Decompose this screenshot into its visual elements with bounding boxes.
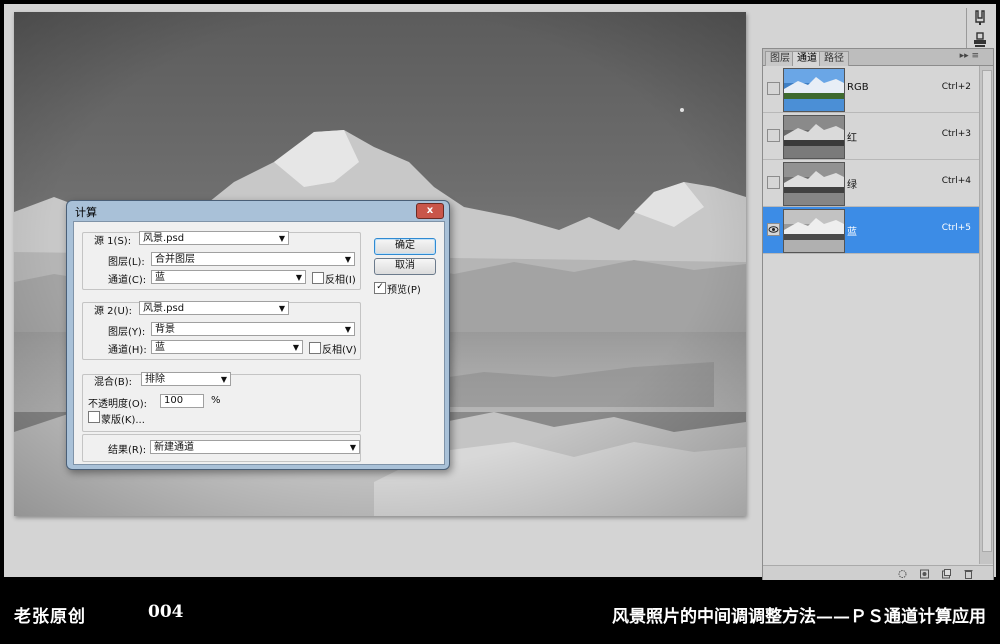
source1-label: 源 1(S):: [94, 236, 132, 247]
delete-channel-icon[interactable]: [963, 569, 974, 579]
caption-bar: 老张原创 004 风景照片的中间调调整方法——ＰＳ通道计算应用: [0, 580, 1000, 644]
channel-name: 绿: [847, 180, 857, 191]
mask-checkbox[interactable]: [88, 411, 100, 423]
dialog-body: 源 1(S): 风景.psd ▼ 图层(L): 合并图层 ▼ 通道(C): 蓝 ▼ 反…: [73, 221, 445, 465]
source2-invert-checkbox[interactable]: [309, 342, 321, 354]
visibility-toggle[interactable]: [767, 82, 780, 95]
load-selection-icon[interactable]: [897, 569, 908, 579]
brush-tool-icon[interactable]: [972, 10, 988, 26]
chevron-down-icon: ▼: [220, 375, 227, 384]
chevron-down-icon: ▼: [349, 443, 356, 452]
source1-channel-value: 蓝: [155, 272, 165, 283]
tab-channels[interactable]: 通道: [792, 51, 822, 66]
channel-thumbnail: [783, 209, 845, 253]
opacity-input[interactable]: 100: [160, 394, 204, 408]
panel-menu-icon[interactable]: ▸▸ ≡: [960, 51, 979, 61]
channel-shortcut: Ctrl+3: [941, 129, 971, 139]
channel-thumbnail: [783, 162, 845, 206]
result-value: 新建通道: [154, 442, 194, 453]
channel-name: 蓝: [847, 227, 857, 238]
source2-invert-label: 反相(V): [322, 345, 357, 356]
channels-panel: 图层 通道 路径 ▸▸ ≡ RGB Ctrl+2 红 Ctrl+3 绿 Ctrl…: [762, 48, 994, 584]
caption-title: 风景照片的中间调调整方法——ＰＳ通道计算应用: [612, 607, 986, 627]
source1-layer-select[interactable]: 合并图层 ▼: [151, 252, 355, 266]
chevron-down-icon: ▼: [344, 255, 351, 264]
source2-channel-value: 蓝: [155, 342, 165, 353]
source2-layer-value: 背景: [155, 324, 175, 335]
visibility-toggle[interactable]: [767, 129, 780, 142]
source1-invert-label: 反相(I): [325, 275, 356, 286]
tab-paths[interactable]: 路径: [819, 51, 849, 66]
save-selection-icon[interactable]: [919, 569, 930, 579]
channel-name: RGB: [847, 82, 869, 93]
channel-row-rgb[interactable]: RGB Ctrl+2: [763, 66, 979, 113]
source2-layer-select[interactable]: 背景 ▼: [151, 322, 355, 336]
channel-shortcut: Ctrl+5: [941, 223, 971, 233]
ok-button[interactable]: 确定: [374, 238, 436, 255]
channel-shortcut: Ctrl+2: [941, 82, 971, 92]
result-label: 结果(R):: [108, 445, 147, 456]
channel-thumbnail: [783, 115, 845, 159]
channel-shortcut: Ctrl+4: [941, 176, 971, 186]
calculations-dialog: 计算 x 源 1(S): 风景.psd ▼ 图层(L): 合并图层 ▼ 通道(C):…: [66, 200, 450, 470]
result-select[interactable]: 新建通道 ▼: [150, 440, 360, 454]
source2-select[interactable]: 风景.psd ▼: [139, 301, 289, 315]
mask-label: 蒙版(K)...: [101, 415, 145, 426]
chevron-down-icon: ▼: [295, 273, 302, 282]
blend-select[interactable]: 排除 ▼: [141, 372, 231, 386]
dialog-title: 计算: [75, 206, 97, 219]
blend-label: 混合(B):: [94, 377, 133, 388]
source1-channel-select[interactable]: 蓝 ▼: [151, 270, 306, 284]
source2-label: 源 2(U):: [94, 306, 133, 317]
panel-scrollbar[interactable]: [979, 66, 993, 564]
source2-channel-select[interactable]: 蓝 ▼: [151, 340, 303, 354]
close-button[interactable]: x: [416, 203, 444, 219]
channel-row-green[interactable]: 绿 Ctrl+4: [763, 160, 979, 207]
caption-author: 老张原创: [14, 607, 86, 627]
source2-value: 风景.psd: [143, 303, 185, 314]
channel-name: 红: [847, 133, 857, 144]
channel-row-red[interactable]: 红 Ctrl+3: [763, 113, 979, 160]
opacity-value: 100: [164, 395, 184, 406]
source2-channel-label: 通道(H):: [108, 345, 147, 356]
chevron-down-icon: ▼: [278, 304, 285, 313]
workspace: 图层 通道 路径 ▸▸ ≡ RGB Ctrl+2 红 Ctrl+3 绿 Ctrl…: [4, 4, 996, 584]
opacity-unit: %: [211, 395, 221, 406]
source1-select[interactable]: 风景.psd ▼: [139, 231, 289, 245]
preview-label: 预览(P): [387, 285, 421, 296]
side-toolbar: [966, 8, 993, 52]
panel-tabs: 图层 通道 路径 ▸▸ ≡: [763, 49, 993, 66]
source1-value: 风景.psd: [143, 233, 185, 244]
chevron-down-icon: ▼: [344, 325, 351, 334]
opacity-label: 不透明度(O):: [88, 399, 148, 410]
preview-checkbox[interactable]: ✓: [374, 282, 386, 294]
visibility-toggle[interactable]: [767, 176, 780, 189]
source2-layer-label: 图层(Y):: [108, 327, 146, 338]
source1-invert-checkbox[interactable]: [312, 272, 324, 284]
caption-number: 004: [148, 602, 184, 622]
cancel-button[interactable]: 取消: [374, 258, 436, 275]
source1-layer-label: 图层(L):: [108, 257, 145, 268]
source1-channel-label: 通道(C):: [108, 275, 147, 286]
chevron-down-icon: ▼: [292, 343, 299, 352]
stamp-tool-icon[interactable]: [972, 32, 988, 48]
scrollbar-thumb[interactable]: [982, 70, 992, 552]
channel-thumbnail: [783, 68, 845, 112]
blend-value: 排除: [145, 374, 165, 385]
tab-layers[interactable]: 图层: [765, 51, 795, 66]
channel-row-blue[interactable]: 蓝 Ctrl+5: [763, 207, 979, 254]
new-channel-icon[interactable]: [941, 569, 952, 579]
eye-icon[interactable]: [767, 223, 780, 236]
chevron-down-icon: ▼: [278, 234, 285, 243]
source1-layer-value: 合并图层: [155, 254, 195, 265]
